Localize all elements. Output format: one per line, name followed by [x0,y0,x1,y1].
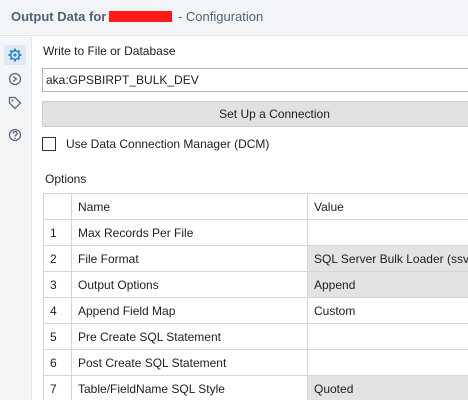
title-suffix: - Configuration [174,9,264,24]
configuration-header: Output Data for - Configuration [0,0,468,36]
option-name: Table/FieldName SQL Style [72,376,308,400]
connection-path-input[interactable] [42,68,468,92]
set-up-connection-button[interactable]: Set Up a Connection [42,101,468,127]
table-row: 1 Max Records Per File [44,220,468,246]
table-row: 2 File Format SQL Server Bulk Loader (ss… [44,246,468,272]
option-name: Pre Create SQL Statement [72,324,308,350]
option-name: Append Field Map [72,298,308,324]
dcm-checkbox-label: Use Data Connection Manager (DCM) [66,137,270,151]
config-sidebar [0,37,32,400]
sidebar-item-configuration[interactable] [4,45,26,65]
table-row: 6 Post Create SQL Statement [44,350,468,376]
sidebar-item-annotation[interactable] [4,93,26,113]
value-column-header: Value [308,194,468,220]
row-number: 3 [44,272,72,298]
sql-style-dropdown[interactable]: Quoted [308,376,468,400]
append-field-map-value[interactable]: Custom [308,298,468,324]
pre-create-sql-value[interactable] [308,324,468,350]
file-format-dropdown[interactable]: SQL Server Bulk Loader (ssvb:) [308,246,468,272]
options-grid: Name Value 1 Max Records Per File 2 File… [43,193,468,400]
option-name: Output Options [72,272,308,298]
redacted-tool-name [109,11,173,22]
post-create-sql-value[interactable] [308,350,468,376]
option-name: File Format [72,246,308,272]
table-row: 3 Output Options Append [44,272,468,298]
output-anchor-icon [8,72,22,86]
gear-icon [8,48,22,62]
window-title: Output Data for - Configuration [11,9,263,24]
tag-icon [8,96,22,110]
table-row: 7 Table/FieldName SQL Style Quoted [44,376,468,400]
row-number-header [44,194,72,220]
title-prefix: Output Data for [11,9,107,24]
row-number: 5 [44,324,72,350]
options-label: Options [45,172,87,186]
option-name: Post Create SQL Statement [72,350,308,376]
table-row: 5 Pre Create SQL Statement [44,324,468,350]
grid-header-row: Name Value [44,194,468,220]
set-up-connection-label: Set Up a Connection [219,107,330,121]
write-to-label: Write to File or Database [43,44,176,58]
row-number: 4 [44,298,72,324]
sidebar-item-help[interactable] [4,125,26,145]
table-row: 4 Append Field Map Custom [44,298,468,324]
row-number: 7 [44,376,72,400]
row-number: 6 [44,350,72,376]
dcm-checkbox[interactable] [42,137,56,151]
sidebar-item-anchors[interactable] [4,69,26,89]
name-column-header: Name [72,194,308,220]
max-records-value-input[interactable] [308,220,468,246]
option-name: Max Records Per File [72,220,308,246]
help-icon [8,128,22,142]
row-number: 1 [44,220,72,246]
output-options-dropdown[interactable]: Append [308,272,468,298]
row-number: 2 [44,246,72,272]
